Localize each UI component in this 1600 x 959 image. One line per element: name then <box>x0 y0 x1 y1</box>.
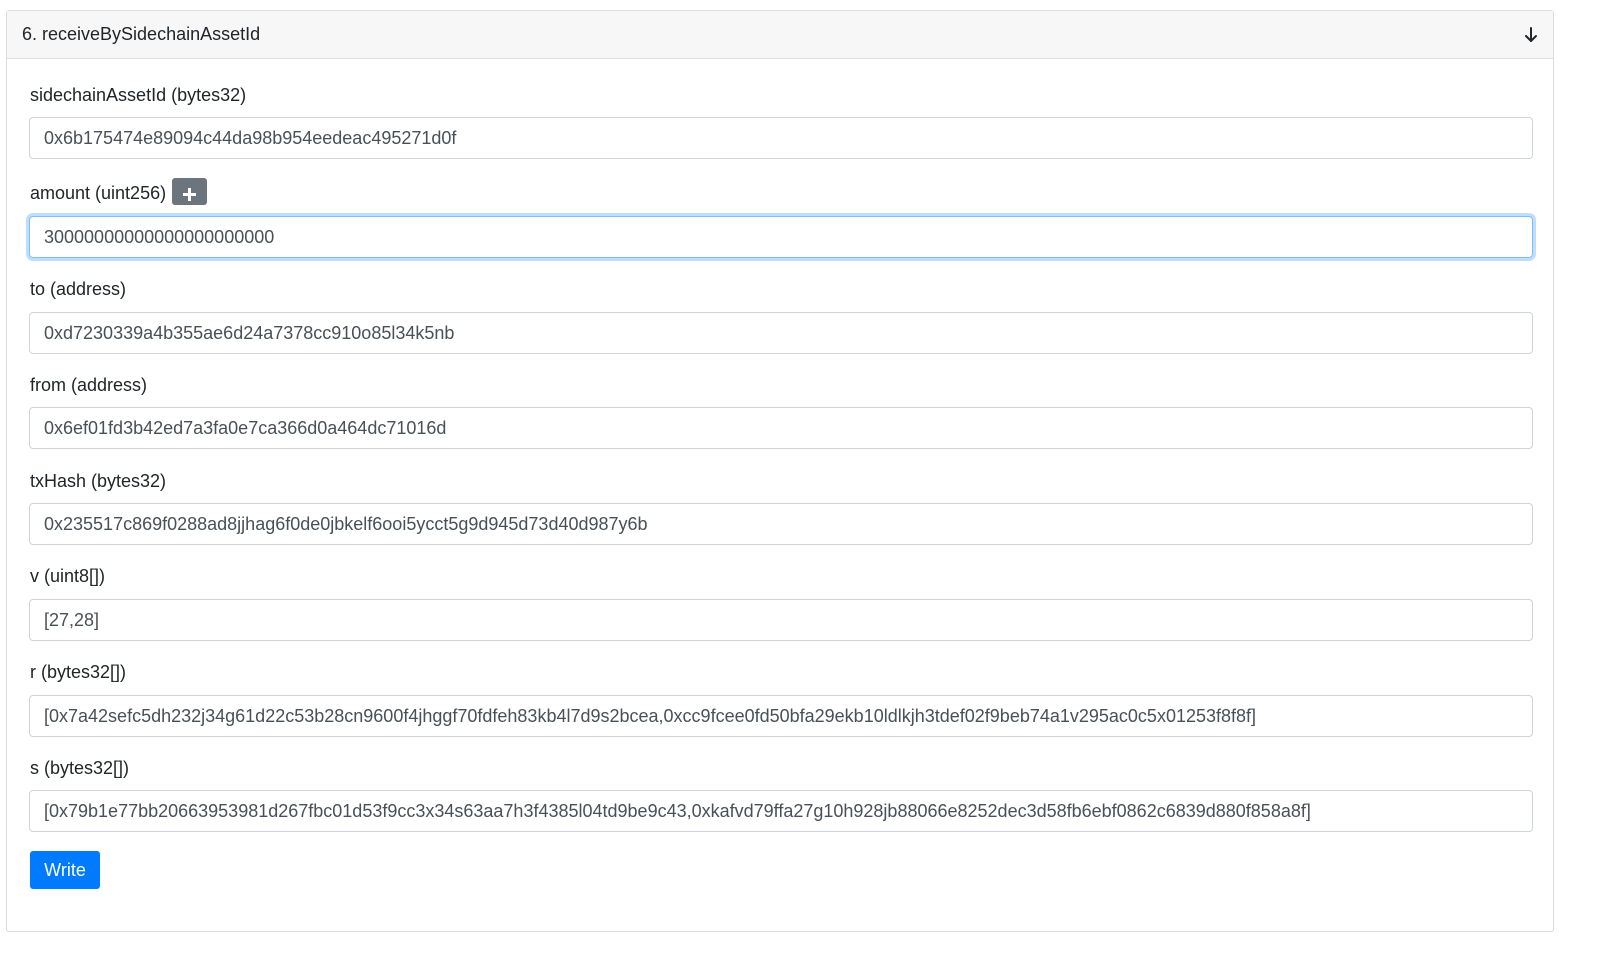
tx-hash-input[interactable] <box>29 503 1533 545</box>
r-input[interactable] <box>29 695 1533 737</box>
amount-input[interactable] <box>29 216 1533 258</box>
function-card: 6. receiveBySidechainAssetId sidechainAs… <box>6 10 1554 932</box>
tx-hash-label: txHash (bytes32) <box>30 471 167 491</box>
function-title: 6. receiveBySidechainAssetId <box>22 24 261 44</box>
from-address-input[interactable] <box>29 407 1533 449</box>
v-input[interactable] <box>29 599 1533 641</box>
v-label: v (uint8[]) <box>30 566 106 586</box>
sidechain-asset-id-input[interactable] <box>29 117 1533 159</box>
plus-icon <box>183 188 196 201</box>
card-header[interactable]: 6. receiveBySidechainAssetId <box>7 11 1553 59</box>
from-address-label: from (address) <box>30 375 148 395</box>
sidechain-asset-id-label: sidechainAssetId (bytes32) <box>30 85 247 105</box>
s-label: s (bytes32[]) <box>30 758 130 778</box>
to-address-input[interactable] <box>29 312 1533 354</box>
r-label: r (bytes32[]) <box>30 662 127 682</box>
arrow-down-icon[interactable] <box>1523 25 1539 45</box>
to-address-label: to (address) <box>30 279 127 299</box>
s-input[interactable] <box>29 790 1533 832</box>
add-decimals-button[interactable] <box>172 178 207 205</box>
amount-label: amount (uint256) <box>30 183 167 203</box>
write-button[interactable]: Write <box>30 851 100 889</box>
